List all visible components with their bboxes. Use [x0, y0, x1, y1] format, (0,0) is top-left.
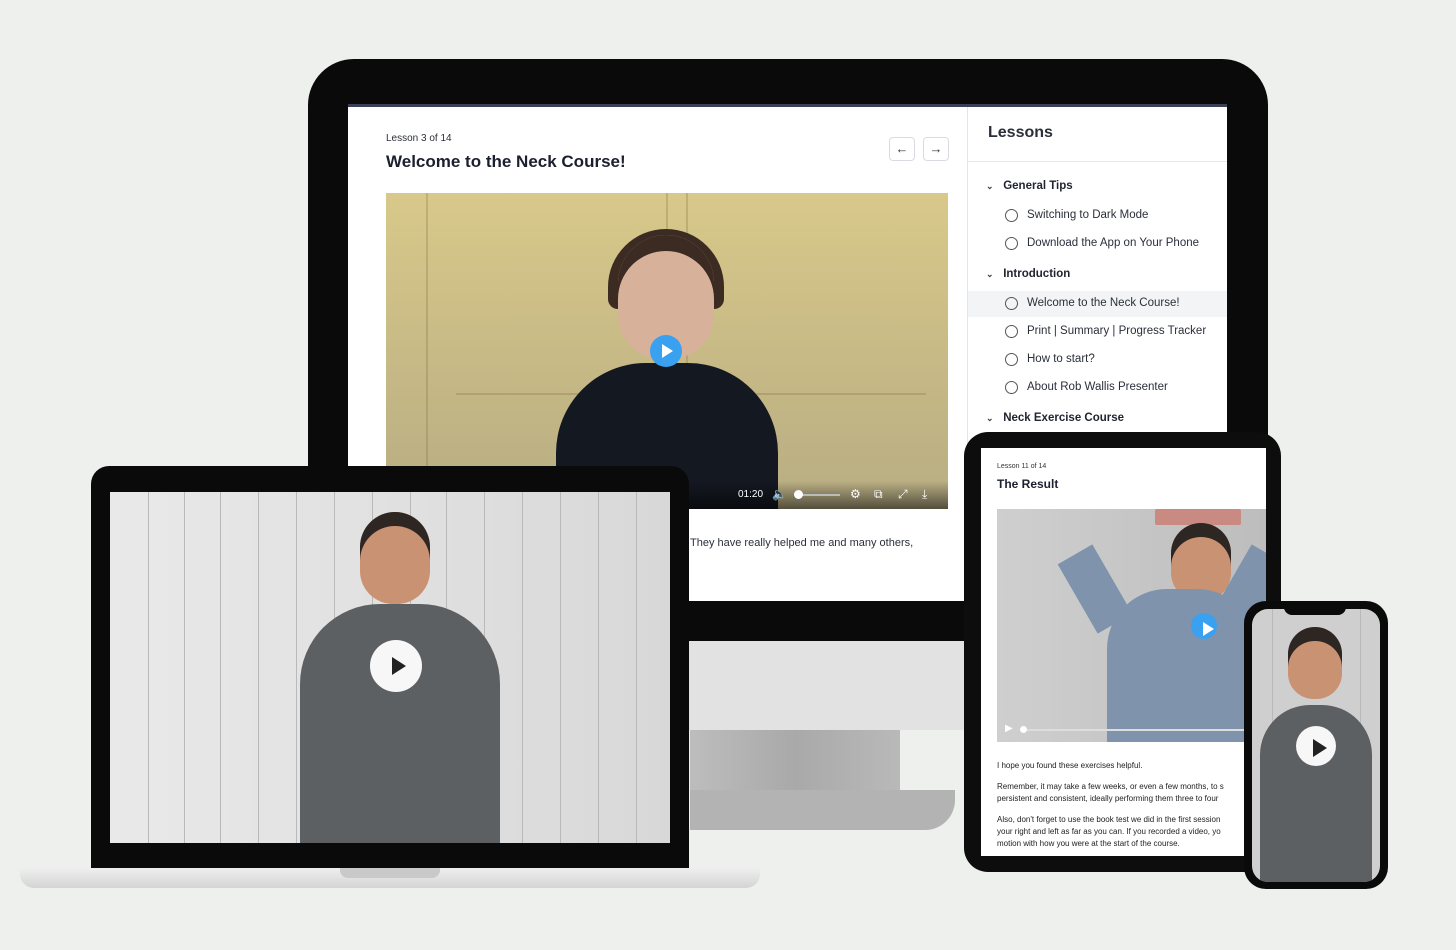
- play-small-icon[interactable]: ▶: [1005, 723, 1013, 734]
- wall-stripe: [522, 492, 523, 843]
- volume-knob[interactable]: [794, 490, 803, 499]
- lesson-item-label: Switching to Dark Mode: [1027, 209, 1149, 221]
- lesson-item-welcome[interactable]: Welcome to the Neck Course!: [968, 291, 1227, 317]
- section-label: Neck Exercise Course: [1003, 412, 1125, 424]
- lesson-item-label: Welcome to the Neck Course!: [1027, 297, 1180, 309]
- lesson-paragraph: Remember, it may take a few weeks, or ev…: [997, 782, 1224, 791]
- incomplete-circle-icon: [1005, 209, 1018, 222]
- arrow-left-icon: ←: [895, 141, 909, 156]
- wall-stripe: [258, 492, 259, 843]
- lesson-paragraph: persistent and consistent, ideally perfo…: [997, 794, 1219, 803]
- next-lesson-button[interactable]: →: [923, 137, 949, 161]
- wall-stripe: [560, 492, 561, 843]
- prev-lesson-button[interactable]: ←: [889, 137, 915, 161]
- lesson-item-label: About Rob Wallis Presenter: [1027, 381, 1168, 393]
- phone-notch: [1284, 605, 1346, 615]
- progress-knob[interactable]: [1020, 726, 1027, 733]
- progress-track[interactable]: [1021, 729, 1261, 731]
- settings-icon[interactable]: ⚙: [850, 487, 861, 501]
- play-icon[interactable]: [1296, 726, 1336, 766]
- monitor-stand-foot: [690, 790, 955, 830]
- arrow-right-icon: →: [929, 141, 943, 156]
- tablet-screen: Lesson 11 of 14 The Result ▶ I hope you …: [981, 448, 1266, 856]
- video-player[interactable]: 01:20 🔈 ⚙ ⧉ ⤢ ⤓: [386, 193, 948, 509]
- play-icon[interactable]: [370, 640, 422, 692]
- lesson-body-text: They have really helped me and many othe…: [690, 537, 914, 549]
- incomplete-circle-icon: [1005, 297, 1018, 310]
- lesson-item-print-summary[interactable]: Print | Summary | Progress Tracker: [968, 319, 1227, 345]
- incomplete-circle-icon: [1005, 237, 1018, 250]
- lesson-item-label: Download the App on Your Phone: [1027, 237, 1200, 249]
- play-icon[interactable]: [650, 335, 682, 367]
- lesson-title: Welcome to the Neck Course!: [386, 152, 626, 171]
- lesson-item-download-app[interactable]: Download the App on Your Phone: [968, 231, 1227, 257]
- lesson-paragraph: I hope you found these exercises helpful…: [997, 761, 1143, 770]
- wall-stripe: [148, 492, 149, 843]
- incomplete-circle-icon: [1005, 353, 1018, 366]
- lesson-item-how-to-start[interactable]: How to start?: [968, 347, 1227, 373]
- sidebar-title: Lessons: [988, 124, 1053, 141]
- wall-stripe: [598, 492, 599, 843]
- wall-stripe: [296, 492, 297, 843]
- presenter-face: [1288, 627, 1342, 699]
- lesson-title: The Result: [997, 477, 1059, 491]
- presenter-body: [1107, 589, 1257, 742]
- lesson-item-switching-dark-mode[interactable]: Switching to Dark Mode: [968, 203, 1227, 229]
- lesson-paragraph: Also, don't forget to use the book test …: [997, 815, 1221, 824]
- wall-stripe: [184, 492, 185, 843]
- phone-video-player[interactable]: [1252, 609, 1380, 882]
- door-panel-line: [426, 193, 428, 509]
- lesson-paragraph: motion with how you were at the start of…: [997, 839, 1180, 848]
- section-label: General Tips: [1003, 180, 1073, 192]
- wall-stripe: [220, 492, 221, 843]
- section-neck-exercise-course[interactable]: ⌄ Neck Exercise Course: [986, 412, 1124, 424]
- section-introduction[interactable]: ⌄ Introduction: [986, 268, 1070, 280]
- volume-icon[interactable]: 🔈: [772, 487, 787, 501]
- video-time: 01:20: [738, 489, 764, 500]
- incomplete-circle-icon: [1005, 381, 1018, 394]
- lesson-item-about-presenter[interactable]: About Rob Wallis Presenter: [968, 375, 1227, 401]
- section-label: Introduction: [1003, 268, 1071, 280]
- lesson-counter: Lesson 11 of 14: [997, 463, 1047, 470]
- wall-stripe: [636, 492, 637, 843]
- download-icon[interactable]: ⤓: [922, 487, 927, 501]
- fullscreen-icon[interactable]: ⤢: [898, 487, 908, 501]
- section-general-tips[interactable]: ⌄ General Tips: [986, 180, 1073, 192]
- play-icon[interactable]: [1191, 613, 1217, 639]
- lesson-item-label: Print | Summary | Progress Tracker: [1027, 325, 1207, 337]
- lesson-item-label: How to start?: [1027, 353, 1095, 365]
- lesson-counter: Lesson 3 of 14: [386, 133, 452, 144]
- incomplete-circle-icon: [1005, 325, 1018, 338]
- lesson-paragraph: your right and left as far as you can. I…: [997, 827, 1221, 836]
- laptop-notch: [340, 868, 440, 878]
- video-player[interactable]: ▶: [997, 509, 1266, 742]
- laptop-video-player[interactable]: [110, 492, 670, 843]
- presenter-face: [360, 512, 430, 604]
- chevron-down-icon: ⌄: [986, 413, 994, 423]
- chevron-down-icon: ⌄: [986, 181, 994, 191]
- divider: [968, 161, 1227, 162]
- chevron-down-icon: ⌄: [986, 269, 994, 279]
- popout-icon[interactable]: ⧉: [874, 487, 883, 501]
